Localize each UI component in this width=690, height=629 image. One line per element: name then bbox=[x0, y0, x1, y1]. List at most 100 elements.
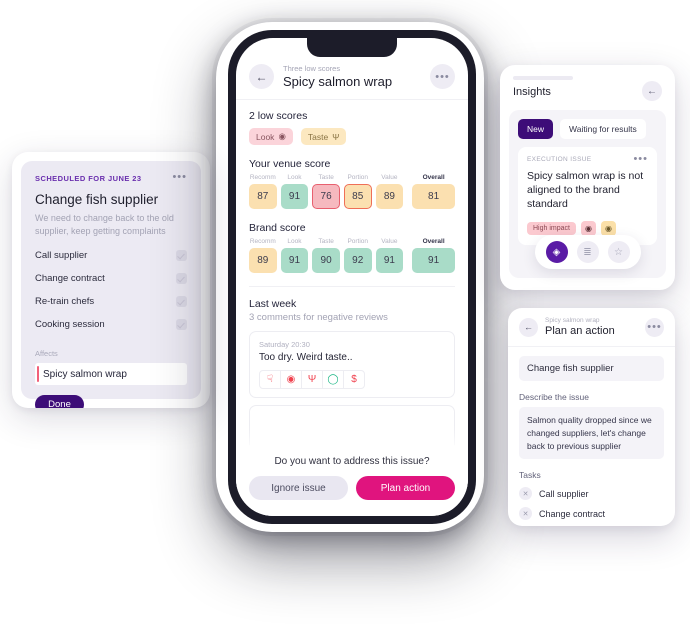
task-title: Change fish supplier bbox=[35, 192, 159, 207]
score-col: Recomm 87 bbox=[249, 174, 277, 209]
todo-item[interactable]: Re-train chefs bbox=[35, 296, 187, 308]
todo-checkbox[interactable] bbox=[176, 250, 187, 262]
more-horizontal-icon[interactable]: ••• bbox=[172, 172, 187, 183]
list-check-icon[interactable]: ≣ bbox=[576, 241, 599, 263]
insight-title: Spicy salmon wrap is not aligned to the … bbox=[527, 170, 644, 211]
insights-body: New Waiting for results EXECUTION ISSUE … bbox=[509, 110, 666, 278]
plan-task-row[interactable]: ✕ Change contract bbox=[519, 507, 664, 521]
score-cell: 90 bbox=[312, 248, 340, 273]
more-horizontal-icon[interactable]: ••• bbox=[430, 64, 455, 89]
score-cell: 91 bbox=[280, 248, 309, 273]
todo-label: Call supplier bbox=[35, 250, 88, 262]
more-horizontal-icon[interactable]: ••• bbox=[645, 317, 664, 337]
describe-textarea[interactable]: Salmon quality dropped since we changed … bbox=[519, 407, 664, 460]
review-time: Saturday 20:30 bbox=[259, 340, 310, 349]
action-name-input[interactable]: Change fish supplier bbox=[519, 356, 664, 381]
plan-eyebrow: Spicy salmon wrap bbox=[545, 317, 600, 324]
score-cell: 89 bbox=[249, 248, 277, 273]
plan-action-button[interactable]: Plan action bbox=[356, 476, 455, 500]
placeholder-bar bbox=[513, 76, 573, 80]
insights-title: Insights bbox=[513, 86, 551, 98]
task-card: SCHEDULED FOR JUNE 23 ••• Change fish su… bbox=[12, 152, 210, 408]
brand-score-row: Recomm 89 Look 91 Taste 90 Portion 92 Va… bbox=[249, 238, 456, 273]
affects-label: Affects bbox=[35, 349, 58, 359]
chip-look[interactable]: Look ◉ bbox=[249, 128, 293, 145]
task-description: We need to change back to the old suppli… bbox=[35, 213, 174, 237]
insights-tabs: New Waiting for results bbox=[518, 119, 657, 139]
score-cell: 76 bbox=[312, 184, 340, 209]
insight-card-top: EXECUTION ISSUE ••• bbox=[527, 154, 648, 165]
done-button[interactable]: Done bbox=[35, 395, 84, 408]
alert-diamond-icon[interactable]: ◈ bbox=[545, 241, 568, 263]
phone-notch bbox=[307, 38, 397, 57]
review-card[interactable]: Saturday 20:30 Too dry. Weird taste.. ☟ … bbox=[249, 331, 455, 398]
plan-header-text: Spicy salmon wrap Plan an action bbox=[545, 317, 638, 337]
todo-checkbox[interactable] bbox=[176, 273, 187, 285]
insight-tags: High impact ◉ ◉ bbox=[527, 220, 648, 236]
star-icon[interactable]: ☆ bbox=[607, 241, 630, 263]
phone-body: 2 low scores Look ◉ Taste Ψ Your venue s… bbox=[236, 100, 468, 463]
chip-taste[interactable]: Taste Ψ bbox=[300, 128, 347, 145]
todo-item[interactable]: Call supplier bbox=[35, 250, 187, 262]
score-label: Portion bbox=[347, 174, 369, 181]
eye-icon: ◉ bbox=[281, 371, 302, 388]
insight-kicker: EXECUTION ISSUE bbox=[527, 156, 592, 163]
score-label-overall: Overall bbox=[422, 174, 445, 181]
affects-input[interactable]: Spicy salmon wrap bbox=[35, 363, 187, 386]
impact-badge: High impact bbox=[527, 221, 576, 235]
score-label: Taste bbox=[318, 174, 334, 181]
score-cell-overall: 81 bbox=[412, 184, 456, 209]
score-cell: 89 bbox=[375, 184, 404, 209]
arrow-left-icon[interactable]: ← bbox=[642, 81, 662, 101]
todo-item[interactable]: Cooking session bbox=[35, 319, 187, 331]
insight-card[interactable]: EXECUTION ISSUE ••• Spicy salmon wrap is… bbox=[518, 147, 657, 245]
score-cell: 91 bbox=[375, 248, 404, 273]
review-icon-group: ☟ ◉ Ψ ◯ $ bbox=[259, 370, 365, 389]
score-cell: 87 bbox=[249, 184, 277, 209]
action-buttons: Ignore issue Plan action bbox=[249, 476, 455, 500]
todo-checkbox[interactable] bbox=[176, 319, 187, 331]
todo-label: Re-train chefs bbox=[35, 296, 95, 308]
scheduled-label: SCHEDULED FOR JUNE 23 bbox=[35, 174, 142, 183]
scene: SCHEDULED FOR JUNE 23 ••• Change fish su… bbox=[0, 0, 690, 629]
low-scores-heading: 2 low scores bbox=[249, 110, 308, 122]
score-col: Taste 90 bbox=[312, 238, 340, 273]
score-cell: 91 bbox=[280, 184, 309, 209]
score-cell: 85 bbox=[343, 184, 372, 209]
score-col: Recomm 89 bbox=[249, 238, 277, 273]
arrow-left-icon[interactable]: ← bbox=[249, 64, 274, 89]
header-eyebrow: Three low scores bbox=[283, 64, 341, 73]
action-question: Do you want to address this issue? bbox=[274, 456, 430, 467]
score-col-overall: Overall 91 bbox=[412, 238, 456, 273]
plan-header: ← Spicy salmon wrap Plan an action ••• bbox=[508, 308, 675, 347]
venue-score-row: Recomm 87 Look 91 Taste 76 Portion 85 Va… bbox=[249, 174, 456, 209]
tab-waiting-for-results[interactable]: Waiting for results bbox=[560, 119, 646, 139]
task-card-header: SCHEDULED FOR JUNE 23 ••• bbox=[35, 172, 187, 184]
cutlery-icon: Ψ bbox=[332, 131, 340, 142]
close-icon[interactable]: ✕ bbox=[519, 487, 532, 501]
low-score-chips: Look ◉ Taste Ψ bbox=[249, 128, 455, 145]
plan-action-panel: ← Spicy salmon wrap Plan an action ••• C… bbox=[508, 308, 675, 526]
more-horizontal-icon[interactable]: ••• bbox=[633, 154, 648, 165]
eye-icon: ◉ bbox=[278, 131, 286, 141]
phone-frame: ← Three low scores Spicy salmon wrap •••… bbox=[228, 30, 476, 524]
brand-score-heading: Brand score bbox=[249, 222, 306, 234]
score-col: Portion 85 bbox=[343, 174, 372, 209]
score-label: Value bbox=[381, 174, 398, 181]
phone-screen: ← Three low scores Spicy salmon wrap •••… bbox=[236, 38, 468, 516]
todo-checkbox[interactable] bbox=[176, 296, 187, 308]
cutlery-icon: Ψ bbox=[302, 371, 323, 388]
plan-task-label: Change contract bbox=[539, 508, 606, 519]
task-card-inner: SCHEDULED FOR JUNE 23 ••• Change fish su… bbox=[21, 161, 201, 408]
score-label: Taste bbox=[318, 238, 334, 245]
todo-item[interactable]: Change contract bbox=[35, 273, 187, 285]
arrow-left-icon[interactable]: ← bbox=[519, 317, 538, 337]
ignore-issue-button[interactable]: Ignore issue bbox=[249, 476, 348, 500]
plan-task-row[interactable]: ✕ Call supplier bbox=[519, 487, 664, 501]
todo-label: Cooking session bbox=[35, 319, 105, 331]
close-icon[interactable]: ✕ bbox=[519, 507, 532, 521]
score-col-overall: Overall 81 bbox=[412, 174, 456, 209]
insights-header: Insights ← bbox=[500, 65, 675, 110]
tab-new[interactable]: New bbox=[518, 119, 554, 139]
score-label: Recomm bbox=[249, 174, 276, 181]
